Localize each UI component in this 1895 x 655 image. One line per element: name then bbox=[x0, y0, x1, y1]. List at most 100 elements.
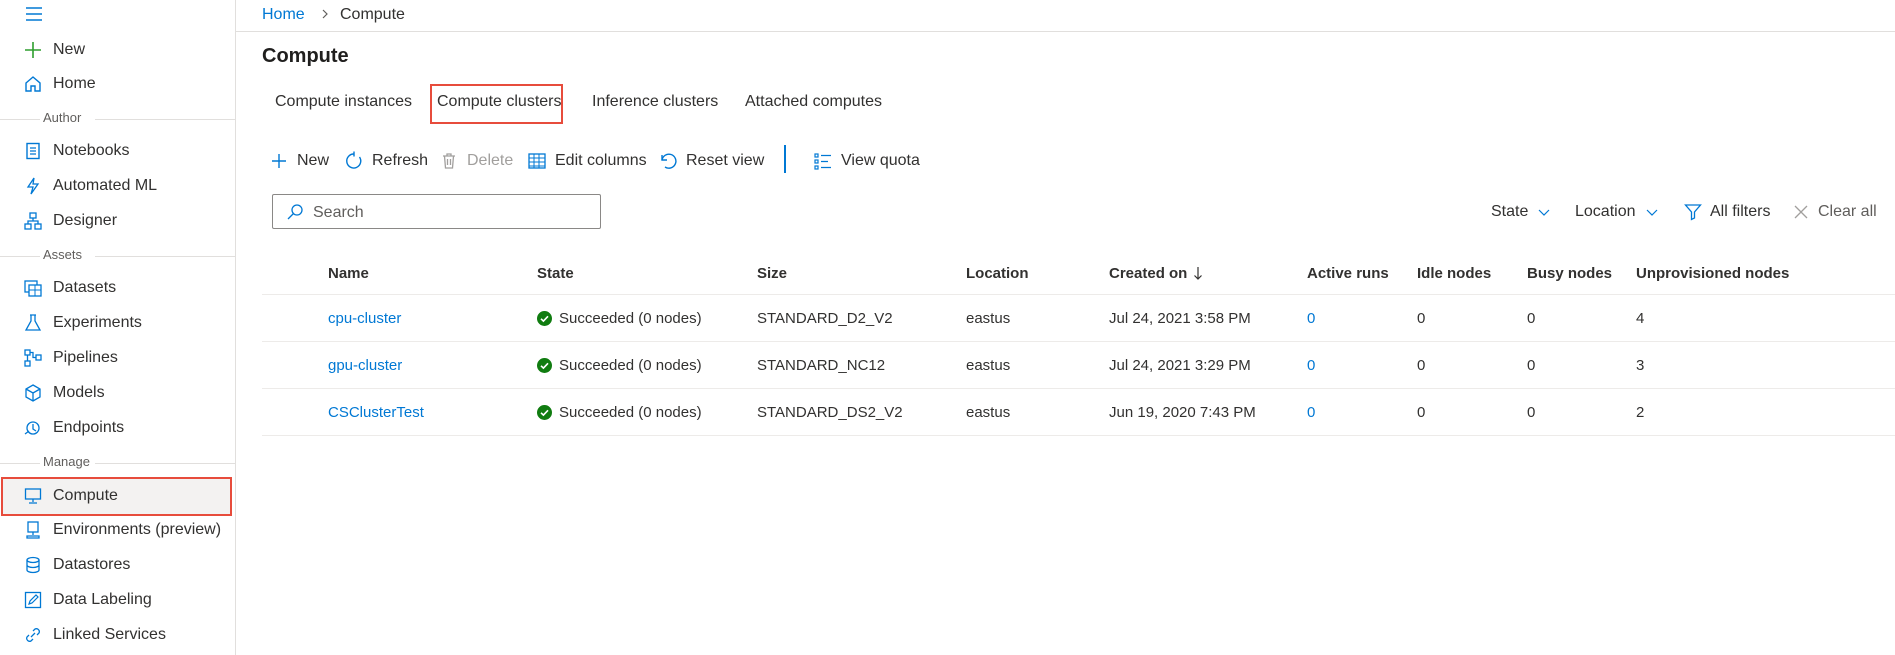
home-icon bbox=[24, 75, 42, 93]
column-header-created-on[interactable]: Created on bbox=[1109, 252, 1203, 294]
chevron-down-icon bbox=[1537, 205, 1551, 219]
close-icon bbox=[1792, 203, 1810, 221]
location-cell: eastus bbox=[966, 309, 1011, 327]
sidebar-item-label: Endpoints bbox=[53, 419, 125, 436]
edit-icon bbox=[24, 591, 42, 609]
section-heading-manage: Manage bbox=[0, 453, 235, 473]
sidebar-item-data-labeling[interactable]: Data Labeling bbox=[0, 583, 235, 617]
dataset-icon bbox=[24, 279, 42, 297]
new-button[interactable]: New bbox=[269, 149, 329, 173]
table-row[interactable]: CSClusterTest Succeeded (0 nodes) STANDA… bbox=[262, 389, 1895, 436]
chevron-right-icon bbox=[319, 8, 331, 20]
success-check-icon bbox=[537, 357, 552, 373]
breadcrumb-current: Compute bbox=[340, 6, 405, 23]
breadcrumb-home-link[interactable]: Home bbox=[262, 6, 305, 24]
tab-inference-clusters[interactable]: Inference clusters bbox=[592, 93, 718, 111]
active-runs-link[interactable]: 0 bbox=[1307, 295, 1315, 341]
table-columns-icon bbox=[527, 151, 547, 171]
busy-nodes-cell: 0 bbox=[1527, 403, 1536, 421]
breadcrumb: Home Compute bbox=[236, 0, 1895, 32]
column-header-busy-nodes[interactable]: Busy nodes bbox=[1527, 252, 1612, 294]
cluster-name-link[interactable]: CSClusterTest bbox=[328, 389, 424, 435]
state-cell: Succeeded (0 nodes) bbox=[537, 295, 702, 341]
sidebar-item-label: Models bbox=[53, 384, 105, 401]
column-header-location[interactable]: Location bbox=[966, 252, 1029, 294]
reset-view-button[interactable]: Reset view bbox=[658, 149, 764, 173]
active-runs-link[interactable]: 0 bbox=[1307, 389, 1315, 435]
sidebar-item-compute[interactable]: Compute bbox=[0, 479, 235, 513]
quota-list-icon bbox=[813, 151, 833, 171]
column-header-state[interactable]: State bbox=[537, 252, 574, 294]
state-cell: Succeeded (0 nodes) bbox=[537, 342, 702, 388]
sidebar-item-label: Compute bbox=[53, 487, 118, 504]
chevron-down-icon bbox=[1645, 205, 1659, 219]
column-header-name[interactable]: Name bbox=[328, 252, 369, 294]
sidebar-item-linked-services[interactable]: Linked Services bbox=[0, 618, 235, 652]
success-check-icon bbox=[537, 310, 552, 326]
table-header: Name State Size Location Created on Acti… bbox=[262, 252, 1895, 295]
sidebar-item-label: Linked Services bbox=[53, 626, 166, 643]
unprovisioned-nodes-cell: 2 bbox=[1636, 403, 1645, 421]
designer-icon bbox=[24, 212, 42, 230]
section-heading-author: Author bbox=[0, 109, 235, 129]
sidebar-item-label: Experiments bbox=[53, 314, 142, 331]
location-cell: eastus bbox=[966, 403, 1011, 421]
column-header-unprovisioned-nodes[interactable]: Unprovisioned nodes bbox=[1636, 252, 1789, 294]
sidebar-item-experiments[interactable]: Experiments bbox=[0, 306, 235, 340]
pipeline-icon bbox=[24, 349, 42, 367]
search-input[interactable] bbox=[311, 199, 595, 226]
sidebar-item-pipelines[interactable]: Pipelines bbox=[0, 341, 235, 375]
sidebar-item-environments[interactable]: Environments (preview) bbox=[0, 513, 235, 547]
plus-icon bbox=[24, 41, 42, 59]
search-box bbox=[272, 194, 601, 229]
sidebar-item-label: New bbox=[53, 41, 86, 58]
column-header-size[interactable]: Size bbox=[757, 252, 787, 294]
column-header-idle-nodes[interactable]: Idle nodes bbox=[1417, 252, 1491, 294]
delete-button[interactable]: Delete bbox=[439, 149, 513, 173]
sidebar-item-models[interactable]: Models bbox=[0, 376, 235, 410]
tab-compute-clusters[interactable]: Compute clusters bbox=[437, 93, 562, 111]
success-check-icon bbox=[537, 404, 552, 420]
all-filters-button[interactable]: All filters bbox=[1684, 203, 1770, 221]
sidebar-item-label: Pipelines bbox=[53, 349, 118, 366]
active-runs-link[interactable]: 0 bbox=[1307, 342, 1315, 388]
section-heading-assets: Assets bbox=[0, 246, 235, 266]
busy-nodes-cell: 0 bbox=[1527, 309, 1536, 327]
trash-icon bbox=[439, 151, 459, 171]
created-on-cell: Jul 24, 2021 3:58 PM bbox=[1109, 309, 1251, 327]
sidebar-item-label: Home bbox=[53, 75, 96, 92]
sidebar-item-label: Data Labeling bbox=[53, 591, 152, 608]
environment-icon bbox=[24, 521, 42, 539]
table-row[interactable]: gpu-cluster Succeeded (0 nodes) STANDARD… bbox=[262, 342, 1895, 389]
sidebar-item-endpoints[interactable]: Endpoints bbox=[0, 411, 235, 445]
column-header-active-runs[interactable]: Active runs bbox=[1307, 252, 1389, 294]
edit-columns-button[interactable]: Edit columns bbox=[527, 149, 647, 173]
sidebar-item-datastores[interactable]: Datastores bbox=[0, 548, 235, 582]
cube-icon bbox=[24, 384, 42, 402]
clear-all-button[interactable]: Clear all bbox=[1792, 203, 1877, 221]
cluster-name-link[interactable]: cpu-cluster bbox=[328, 295, 401, 341]
plus-icon bbox=[269, 151, 289, 171]
monitor-icon bbox=[24, 487, 42, 505]
automl-icon bbox=[24, 177, 42, 195]
cluster-name-link[interactable]: gpu-cluster bbox=[328, 342, 402, 388]
sidebar-item-label: Datasets bbox=[53, 279, 117, 296]
sidebar-item-designer[interactable]: Designer bbox=[0, 204, 235, 238]
view-quota-button[interactable]: View quota bbox=[813, 149, 920, 173]
sort-descending-icon bbox=[1193, 266, 1203, 280]
unprovisioned-nodes-cell: 3 bbox=[1636, 356, 1645, 374]
sidebar-item-new[interactable]: New bbox=[0, 33, 235, 67]
refresh-button[interactable]: Refresh bbox=[344, 149, 428, 173]
location-filter-dropdown[interactable]: Location bbox=[1575, 203, 1659, 221]
state-filter-dropdown[interactable]: State bbox=[1491, 203, 1551, 221]
tab-attached-computes[interactable]: Attached computes bbox=[745, 93, 882, 111]
sidebar-item-automated-ml[interactable]: Automated ML bbox=[0, 169, 235, 203]
tab-compute-instances[interactable]: Compute instances bbox=[275, 93, 412, 111]
sidebar-item-notebooks[interactable]: Notebooks bbox=[0, 134, 235, 168]
hamburger-menu-icon[interactable] bbox=[24, 4, 44, 24]
table-row[interactable]: cpu-cluster Succeeded (0 nodes) STANDARD… bbox=[262, 295, 1895, 342]
sidebar-item-home[interactable]: Home bbox=[0, 67, 235, 101]
refresh-icon bbox=[344, 151, 364, 171]
sidebar-item-label: Datastores bbox=[53, 556, 131, 573]
sidebar-item-datasets[interactable]: Datasets bbox=[0, 271, 235, 305]
